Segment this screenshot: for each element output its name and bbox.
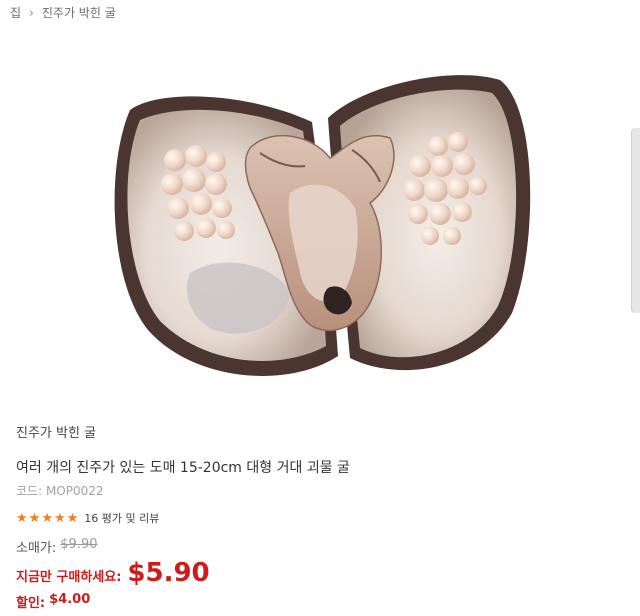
product-code-label: 코드: — [16, 484, 43, 498]
discount-label: 할인: — [16, 596, 46, 611]
star-icon: ★ — [16, 510, 28, 526]
buy-now-value: $5.90 — [127, 558, 210, 588]
scrollbar[interactable] — [631, 128, 640, 313]
breadcrumb-current-link[interactable]: 진주가 박힌 굴 — [42, 4, 116, 21]
star-icon: ★ — [28, 510, 41, 526]
breadcrumb: 집 › 진주가 박힌 굴 — [10, 4, 116, 21]
product-image[interactable] — [100, 58, 540, 388]
review-count-link[interactable]: 16 평가 및 리뷰 — [84, 510, 159, 526]
buy-now-price: 지금만 구매하세요: $5.90 — [16, 558, 210, 588]
rating-stars: ★ ★ ★ ★ ★ — [16, 512, 78, 525]
product-category: 진주가 박힌 굴 — [16, 426, 97, 441]
discount: 할인: $4.00 — [16, 592, 90, 611]
rating[interactable]: ★ ★ ★ ★ ★ 16 평가 및 리뷰 — [16, 510, 159, 526]
product-code: 코드: MOP0022 — [16, 482, 104, 499]
retail-price-value: $9.90 — [60, 537, 98, 552]
star-icon: ★ — [41, 510, 53, 526]
discount-value: $4.00 — [49, 592, 91, 607]
breadcrumb-separator: › — [29, 5, 34, 20]
product-code-value: MOP0022 — [45, 484, 104, 498]
star-icon: ★ — [66, 510, 79, 526]
breadcrumb-home-link[interactable]: 집 — [10, 4, 21, 21]
product-title: 여러 개의 진주가 있는 도매 15-20cm 대형 거대 괴물 굴 — [16, 460, 350, 476]
buy-now-label: 지금만 구매하세요: — [16, 570, 122, 585]
star-icon: ★ — [53, 510, 66, 526]
retail-price: 소매가: $9.90 — [16, 537, 97, 556]
retail-price-label: 소매가: — [16, 541, 57, 556]
